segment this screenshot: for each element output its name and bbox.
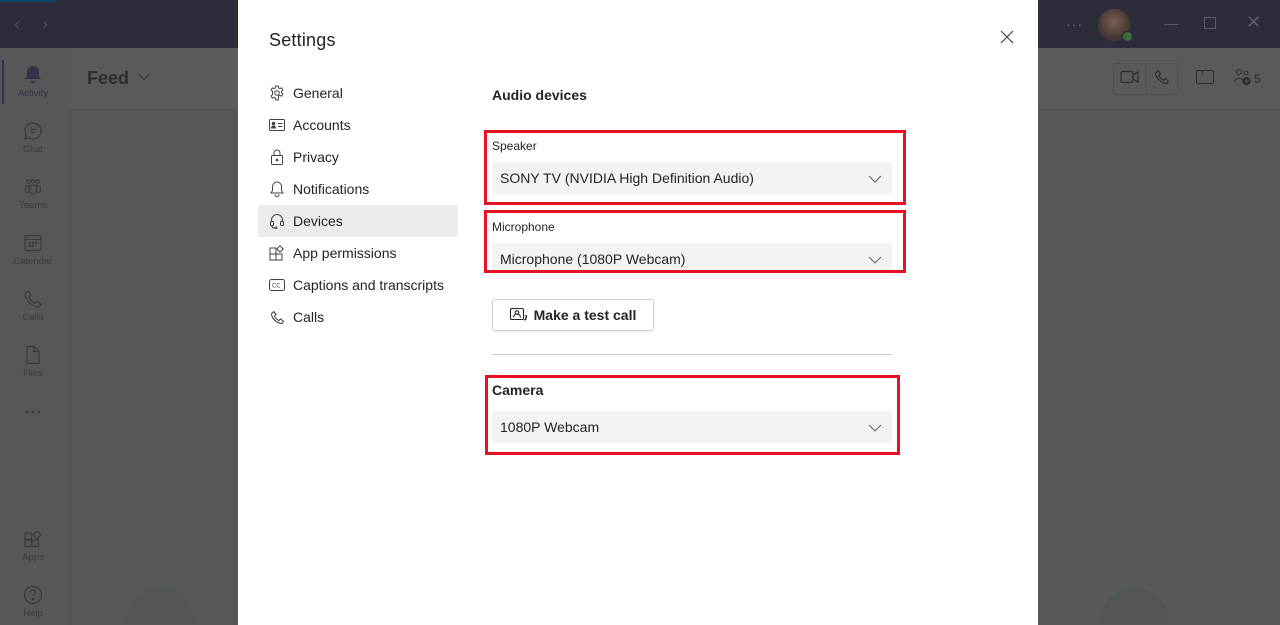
user-avatar[interactable] xyxy=(1098,9,1133,42)
calendar-icon xyxy=(23,233,43,253)
make-test-call-button[interactable]: Make a test call xyxy=(492,299,654,331)
rail-label: Calendar xyxy=(13,256,53,267)
phone-icon xyxy=(23,289,43,309)
nav-label: Accounts xyxy=(293,117,351,133)
back-arrow-icon[interactable]: ‹ xyxy=(14,14,20,35)
nav-item-privacy[interactable]: Privacy xyxy=(258,141,458,173)
feed-list xyxy=(66,110,238,625)
presence-available-icon xyxy=(1122,31,1133,42)
add-people-icon xyxy=(1234,68,1252,89)
nav-item-captions[interactable]: CC Captions and transcripts xyxy=(258,269,458,301)
apps-icon xyxy=(269,245,285,261)
nav-label: Devices xyxy=(293,213,343,229)
window-close-button[interactable]: ✕ xyxy=(1246,12,1261,33)
audio-call-button[interactable] xyxy=(1147,64,1179,94)
rail-item-help[interactable]: Help xyxy=(0,574,66,625)
share-screen-icon[interactable] xyxy=(1196,68,1214,84)
svg-text:CC: CC xyxy=(272,283,280,290)
section-divider xyxy=(492,354,892,355)
nav-label: Notifications xyxy=(293,181,370,197)
microphone-dropdown[interactable]: Microphone (1080P Webcam) xyxy=(492,243,892,270)
rail-label: Apps xyxy=(22,552,44,563)
dialog-title: Settings xyxy=(269,30,336,50)
nav-label: Calls xyxy=(293,309,325,325)
rail-label: Activity xyxy=(17,88,49,99)
minimize-button[interactable] xyxy=(1164,24,1178,25)
video-camera-icon xyxy=(1120,70,1140,89)
camera-value: 1080P Webcam xyxy=(500,419,600,435)
chevron-down-icon xyxy=(868,420,882,436)
rail-item-files[interactable]: Files xyxy=(0,334,66,390)
close-dialog-button[interactable] xyxy=(998,30,1016,48)
rail-item-more[interactable] xyxy=(0,384,66,440)
close-icon xyxy=(1000,30,1014,49)
test-call-label: Make a test call xyxy=(533,307,637,323)
participant-count: 5 xyxy=(1254,71,1261,86)
chat-icon xyxy=(23,121,43,141)
nav-item-calls[interactable]: Calls xyxy=(258,301,458,333)
participants-button[interactable]: 5 xyxy=(1234,68,1261,89)
rail-label: Teams xyxy=(19,200,47,211)
id-card-icon xyxy=(269,117,285,133)
background-illustration xyxy=(1100,588,1170,624)
nav-item-devices[interactable]: Devices xyxy=(258,205,458,237)
rail-item-chat[interactable]: Chat xyxy=(0,110,66,166)
nav-item-general[interactable]: General xyxy=(258,77,458,109)
rail-item-apps[interactable]: Apps xyxy=(0,518,66,574)
speaker-label: Speaker xyxy=(492,139,537,153)
rail-item-calendar[interactable]: Calendar xyxy=(0,222,66,278)
rail-label: Chat xyxy=(22,144,44,155)
speaker-dropdown[interactable]: SONY TV (NVIDIA High Definition Audio) xyxy=(492,162,892,194)
apps-icon xyxy=(23,529,43,549)
lock-icon xyxy=(269,149,285,165)
rail-item-teams[interactable]: Teams xyxy=(0,166,66,222)
app-rail: Activity Chat Teams Calendar Calls Files xyxy=(0,48,66,625)
rail-item-calls[interactable]: Calls xyxy=(0,278,66,334)
forward-arrow-icon[interactable]: › xyxy=(42,14,48,35)
accent-strip xyxy=(0,0,56,2)
settings-nav: General Accounts Privacy Notifications D… xyxy=(258,77,458,333)
chevron-down-icon[interactable] xyxy=(138,72,150,84)
test-call-icon xyxy=(509,307,528,323)
rail-label: Files xyxy=(22,368,44,379)
nav-item-accounts[interactable]: Accounts xyxy=(258,109,458,141)
call-button-group xyxy=(1113,63,1179,95)
rail-item-activity[interactable]: Activity xyxy=(0,54,66,110)
feed-title[interactable]: Feed xyxy=(87,68,129,89)
maximize-button[interactable] xyxy=(1204,17,1216,29)
nav-label: General xyxy=(293,85,343,101)
nav-label: App permissions xyxy=(293,245,397,261)
nav-label: Privacy xyxy=(293,149,339,165)
bell-icon xyxy=(269,181,285,197)
gear-icon xyxy=(269,85,285,101)
file-icon xyxy=(23,345,43,365)
camera-dropdown[interactable]: 1080P Webcam xyxy=(492,411,892,443)
speaker-value: SONY TV (NVIDIA High Definition Audio) xyxy=(500,170,754,186)
chevron-down-icon xyxy=(868,252,882,268)
cc-icon: CC xyxy=(269,277,285,293)
chevron-down-icon xyxy=(868,171,882,187)
phone-icon xyxy=(1154,69,1170,90)
more-options-icon[interactable]: ··· xyxy=(1066,0,1083,48)
audio-devices-heading: Audio devices xyxy=(492,87,587,103)
headset-icon xyxy=(269,213,285,229)
more-icon xyxy=(23,402,43,422)
bell-icon xyxy=(23,65,43,85)
microphone-label: Microphone xyxy=(492,220,555,234)
help-icon xyxy=(23,585,43,605)
settings-dialog: Settings General Accounts Privacy Notifi… xyxy=(238,0,1038,625)
teams-icon xyxy=(23,177,43,197)
camera-heading: Camera xyxy=(492,382,544,398)
phone-icon xyxy=(269,309,285,325)
nav-item-notifications[interactable]: Notifications xyxy=(258,173,458,205)
nav-label: Captions and transcripts xyxy=(293,277,444,293)
video-call-button[interactable] xyxy=(1114,64,1147,94)
microphone-value: Microphone (1080P Webcam) xyxy=(500,251,686,267)
rail-label: Calls xyxy=(22,312,44,323)
nav-item-app-permissions[interactable]: App permissions xyxy=(258,237,458,269)
rail-label: Help xyxy=(23,608,43,619)
